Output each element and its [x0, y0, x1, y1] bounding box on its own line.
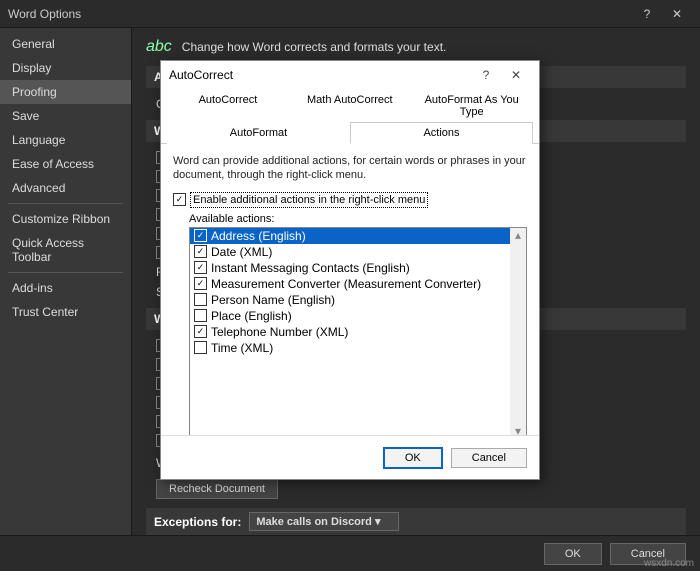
- watermark: wsxdn.com: [644, 558, 694, 569]
- list-item[interactable]: Date (XML): [190, 244, 526, 260]
- sidebar-separator: [8, 272, 123, 273]
- close-icon[interactable]: ✕: [501, 65, 531, 85]
- sidebar-item-language[interactable]: Language: [0, 128, 131, 152]
- action-checkbox[interactable]: [194, 341, 207, 354]
- action-checkbox[interactable]: [194, 277, 207, 290]
- sidebar-separator: [8, 203, 123, 204]
- chevron-down-icon[interactable]: ▾: [515, 424, 521, 435]
- ok-button[interactable]: OK: [383, 447, 443, 469]
- tab-autoformat-as-you-type[interactable]: AutoFormat As You Type: [411, 89, 533, 123]
- ok-button[interactable]: OK: [544, 543, 602, 565]
- exceptions-label: Exceptions for:: [154, 515, 241, 529]
- available-actions-listbox[interactable]: Address (English) Date (XML) Instant Messa…: [189, 227, 527, 435]
- exceptions-row: Exceptions for: Make calls on Discord ▾: [146, 508, 686, 535]
- dialog-description: Word can provide additional actions, for…: [173, 154, 527, 183]
- action-label: Measurement Converter (Measurement Conve…: [211, 277, 481, 291]
- sidebar-item-proofing[interactable]: Proofing: [0, 80, 131, 104]
- page-heading: Change how Word corrects and formats you…: [182, 40, 447, 54]
- dialog-tabs: AutoCorrect Math AutoCorrect AutoFormat …: [161, 89, 539, 144]
- options-sidebar: General Display Proofing Save Language E…: [0, 28, 132, 535]
- sidebar-item-trust-center[interactable]: Trust Center: [0, 300, 131, 324]
- list-item[interactable]: Telephone Number (XML): [190, 324, 526, 340]
- sidebar-item-save[interactable]: Save: [0, 104, 131, 128]
- enable-actions-label: Enable additional actions in the right-c…: [191, 193, 427, 207]
- action-label: Instant Messaging Contacts (English): [211, 261, 410, 275]
- action-label: Person Name (English): [211, 293, 335, 307]
- action-label: Place (English): [211, 309, 292, 323]
- list-item[interactable]: Time (XML): [190, 340, 526, 356]
- scrollbar[interactable]: ▴ ▾: [510, 228, 526, 435]
- word-options-footer: OK Cancel: [0, 535, 700, 571]
- sidebar-item-ease-of-access[interactable]: Ease of Access: [0, 152, 131, 176]
- action-label: Date (XML): [211, 245, 272, 259]
- action-checkbox[interactable]: [194, 245, 207, 258]
- abc-icon: abc: [146, 38, 172, 56]
- list-item[interactable]: Place (English): [190, 308, 526, 324]
- dialog-footer: OK Cancel: [161, 435, 539, 479]
- sidebar-item-add-ins[interactable]: Add-ins: [0, 276, 131, 300]
- chevron-up-icon[interactable]: ▴: [515, 228, 521, 242]
- action-checkbox[interactable]: [194, 261, 207, 274]
- list-item[interactable]: Instant Messaging Contacts (English): [190, 260, 526, 276]
- action-label: Time (XML): [211, 341, 273, 355]
- autocorrect-dialog: AutoCorrect ? ✕ AutoCorrect Math AutoCor…: [160, 60, 540, 480]
- list-item[interactable]: Measurement Converter (Measurement Conve…: [190, 276, 526, 292]
- word-options-titlebar: Word Options ? ✕: [0, 0, 700, 28]
- close-icon[interactable]: ✕: [662, 4, 692, 24]
- window-title: Word Options: [8, 7, 632, 21]
- sidebar-item-general[interactable]: General: [0, 32, 131, 56]
- sidebar-item-advanced[interactable]: Advanced: [0, 176, 131, 200]
- action-label: Telephone Number (XML): [211, 325, 348, 339]
- list-item[interactable]: Person Name (English): [190, 292, 526, 308]
- action-checkbox[interactable]: [194, 293, 207, 306]
- recheck-document-button[interactable]: Recheck Document: [156, 479, 278, 499]
- sidebar-item-quick-access-toolbar[interactable]: Quick Access Toolbar: [0, 231, 131, 269]
- action-label: Address (English): [211, 229, 306, 243]
- tab-autoformat[interactable]: AutoFormat: [167, 122, 350, 144]
- tab-math-autocorrect[interactable]: Math AutoCorrect: [289, 89, 411, 123]
- tab-actions[interactable]: Actions: [350, 122, 533, 144]
- dialog-title: AutoCorrect: [169, 68, 471, 82]
- help-icon[interactable]: ?: [632, 4, 662, 24]
- sidebar-item-display[interactable]: Display: [0, 56, 131, 80]
- available-actions-label: Available actions:: [189, 213, 527, 225]
- help-icon[interactable]: ?: [471, 65, 501, 85]
- action-checkbox[interactable]: [194, 229, 207, 242]
- dialog-content: Word can provide additional actions, for…: [161, 144, 539, 435]
- cancel-button[interactable]: Cancel: [451, 448, 527, 468]
- enable-actions-checkbox[interactable]: [173, 193, 186, 206]
- dialog-titlebar: AutoCorrect ? ✕: [161, 61, 539, 89]
- exceptions-select[interactable]: Make calls on Discord ▾: [249, 512, 399, 531]
- action-checkbox[interactable]: [194, 309, 207, 322]
- list-item[interactable]: Address (English): [190, 228, 526, 244]
- sidebar-item-customize-ribbon[interactable]: Customize Ribbon: [0, 207, 131, 231]
- tab-autocorrect[interactable]: AutoCorrect: [167, 89, 289, 123]
- action-checkbox[interactable]: [194, 325, 207, 338]
